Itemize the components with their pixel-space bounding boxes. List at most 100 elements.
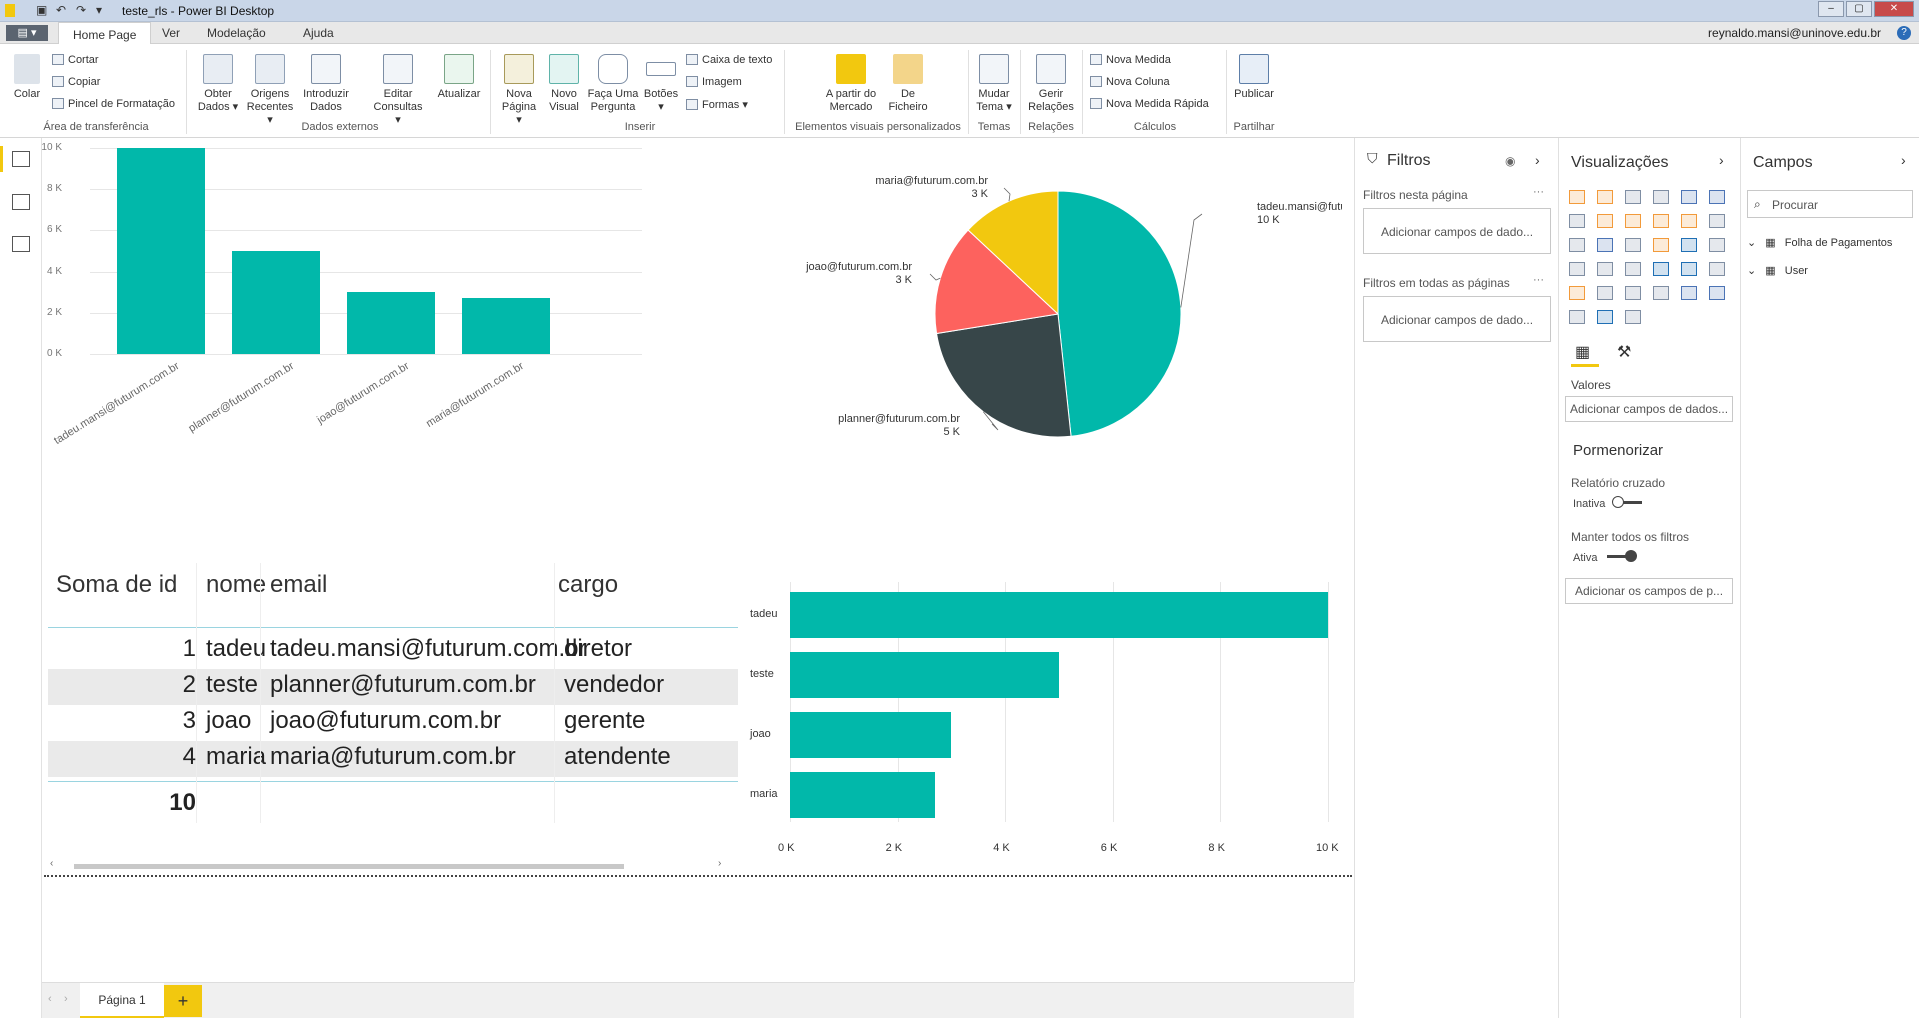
visual-type-icon[interactable] (1653, 190, 1669, 204)
table-row[interactable]: 1 tadeu tadeu.mansi@futurum.com.br diretor (48, 635, 738, 667)
filters-page-drop-zone[interactable]: Adicionar campos de dado... (1363, 208, 1551, 254)
horizontal-bar[interactable] (790, 772, 936, 818)
visual-type-icon[interactable] (1709, 190, 1725, 204)
page-tab-1[interactable]: Página 1 (80, 983, 164, 1018)
visual-type-icon[interactable] (1569, 190, 1585, 204)
file-menu-button[interactable]: ▤ ▾ (6, 25, 48, 41)
pie-slice[interactable] (1057, 190, 1182, 437)
new-page-button[interactable]: Nova Página ▾ (498, 54, 540, 127)
visual-type-icon[interactable] (1597, 286, 1613, 300)
refresh-button[interactable]: Atualizar (434, 54, 484, 101)
collapse-visualizations-icon[interactable]: › (1719, 152, 1724, 168)
visual-type-icon[interactable] (1681, 262, 1697, 276)
table-row[interactable]: 3 joao joao@futurum.com.br gerente (48, 707, 738, 739)
cut-button[interactable]: Cortar (52, 54, 99, 66)
scroll-left-icon[interactable]: ‹ (50, 858, 53, 869)
field-table-item[interactable]: ⌄ ▦ User (1747, 264, 1808, 277)
copy-button[interactable]: Copiar (52, 76, 100, 88)
visual-type-icon[interactable] (1569, 262, 1585, 276)
publish-button[interactable]: Publicar (1230, 54, 1278, 101)
eye-icon[interactable]: ◉ (1505, 154, 1515, 168)
edit-queries-button[interactable]: Editar Consultas ▾ (370, 54, 426, 127)
visual-type-icon[interactable] (1709, 286, 1725, 300)
table-column-header[interactable]: nome (206, 571, 266, 599)
visual-type-icon[interactable] (1709, 238, 1725, 252)
close-button[interactable]: ✕ (1874, 1, 1914, 17)
visual-type-icon[interactable] (1625, 286, 1641, 300)
redo-icon[interactable]: ↷ (76, 3, 86, 17)
new-measure-button[interactable]: Nova Medida (1090, 54, 1171, 66)
model-view-icon[interactable] (12, 236, 30, 252)
keep-filters-toggle[interactable]: Ativa (1573, 550, 1637, 564)
visual-type-icon[interactable] (1709, 262, 1725, 276)
table-row[interactable]: 4 maria maria@futurum.com.br atendente (48, 743, 738, 775)
collapse-filters-icon[interactable]: › (1535, 152, 1540, 168)
collapse-fields-icon[interactable]: › (1901, 152, 1906, 168)
table-column-header[interactable]: cargo (558, 571, 618, 599)
help-icon[interactable]: ? (1897, 26, 1911, 40)
quick-measure-button[interactable]: Nova Medida Rápida (1090, 98, 1209, 110)
tab-view[interactable]: Ver (162, 26, 180, 40)
column-chart[interactable]: 0 K 2 K 4 K 6 K 8 K 10 K tadeu.mansi@futurum.c… (41, 138, 742, 558)
cross-report-toggle[interactable]: Inativa (1573, 496, 1643, 510)
marketplace-button[interactable]: A partir do Mercado (820, 54, 882, 114)
visual-type-icon[interactable] (1653, 262, 1669, 276)
data-table[interactable]: Soma de id nome email cargo 1 tadeu tadeu.mans… (48, 563, 738, 863)
visual-type-icon[interactable] (1569, 286, 1585, 300)
maximize-button[interactable]: ▢ (1846, 1, 1872, 17)
table-row[interactable]: 2 teste planner@futurum.com.br vendedor (48, 671, 738, 703)
add-page-button[interactable]: + (164, 985, 202, 1017)
pie-chart[interactable]: tadeu.mansi@futurum.com.br10 K planner@fu… (742, 138, 1342, 558)
more-options-icon[interactable]: ··· (1533, 274, 1544, 286)
save-icon[interactable]: ▣ (36, 3, 47, 17)
visual-type-icon[interactable] (1597, 190, 1613, 204)
table-column-header[interactable]: Soma de id (56, 571, 177, 599)
tab-home[interactable]: Home Page (58, 22, 152, 45)
toggle-switch[interactable] (1606, 550, 1637, 562)
column-bar[interactable] (347, 292, 435, 354)
visual-type-icon[interactable] (1597, 238, 1613, 252)
visual-type-icon[interactable] (1681, 286, 1697, 300)
table-horizontal-scrollbar[interactable]: ‹ › (50, 858, 730, 871)
report-view-icon[interactable] (12, 151, 30, 167)
visual-type-icon[interactable] (1625, 190, 1641, 204)
minimize-button[interactable]: – (1818, 1, 1844, 17)
visual-type-icon[interactable] (1653, 238, 1669, 252)
recent-sources-button[interactable]: Origens Recentes ▾ (244, 54, 296, 127)
scroll-right-icon[interactable]: › (718, 858, 721, 869)
filters-all-drop-zone[interactable]: Adicionar campos de dado... (1363, 296, 1551, 342)
visual-type-icon[interactable] (1569, 238, 1585, 252)
visual-type-icon[interactable] (1681, 190, 1697, 204)
enter-data-button[interactable]: Introduzir Dados (298, 54, 354, 114)
horizontal-bar[interactable] (790, 652, 1059, 698)
fields-well-icon[interactable]: ▦ (1575, 342, 1590, 362)
visual-type-icon[interactable] (1597, 310, 1613, 324)
visual-type-icon[interactable] (1653, 214, 1669, 228)
visual-type-icon[interactable] (1625, 238, 1641, 252)
column-bar[interactable] (232, 251, 320, 354)
visual-type-icon[interactable] (1625, 214, 1641, 228)
image-button[interactable]: Imagem (686, 76, 742, 88)
customize-toolbar-icon[interactable]: ▾ (96, 3, 102, 17)
next-page-icon[interactable]: › (64, 993, 68, 1005)
get-data-button[interactable]: Obter Dados ▾ (194, 54, 242, 114)
ask-question-button[interactable]: Faça Uma Pergunta (586, 54, 640, 114)
tab-help[interactable]: Ajuda (303, 26, 334, 40)
more-options-icon[interactable]: ··· (1533, 186, 1544, 198)
paste-button[interactable]: Colar (10, 54, 44, 101)
new-column-button[interactable]: Nova Coluna (1090, 76, 1170, 88)
visual-type-icon[interactable] (1653, 286, 1669, 300)
scroll-thumb[interactable] (74, 864, 624, 869)
values-drop-zone[interactable]: Adicionar campos de dados... (1565, 396, 1733, 422)
manage-relationships-button[interactable]: Gerir Relações (1026, 54, 1076, 114)
table-column-header[interactable]: email (270, 571, 327, 599)
signed-in-user[interactable]: reynaldo.mansi@uninove.edu.br (1708, 26, 1881, 40)
format-paint-roller-icon[interactable]: ⚒ (1617, 342, 1631, 362)
fields-search-box[interactable]: ⌕ Procurar (1747, 190, 1913, 218)
bar-chart[interactable]: 0 K 2 K 4 K 6 K 8 K 10 K tadeu teste joao maria (742, 568, 1354, 888)
new-visual-button[interactable]: Novo Visual (544, 54, 584, 114)
visual-type-icon[interactable] (1625, 310, 1641, 324)
column-bar[interactable] (117, 148, 205, 354)
toggle-switch[interactable] (1612, 496, 1643, 508)
format-painter-button[interactable]: Pincel de Formatação (52, 98, 175, 110)
